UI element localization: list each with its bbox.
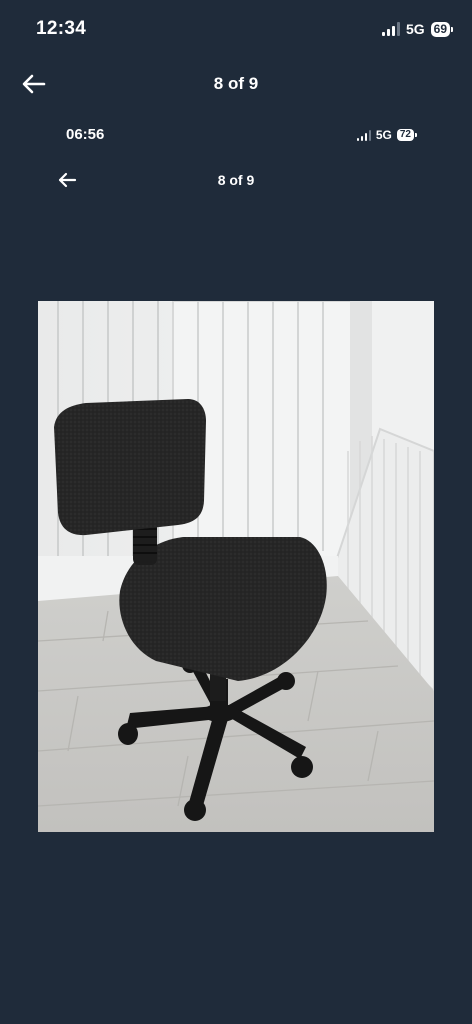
battery-icon: 69 (430, 21, 454, 37)
signal-icon (381, 22, 400, 36)
chair-image (38, 301, 434, 832)
page-counter: 8 of 9 (213, 74, 259, 93)
top-nav: 8 of 9 (0, 62, 472, 106)
network-type: 5G (405, 21, 425, 37)
status-bar: 12:34 5G 69 (0, 0, 472, 60)
status-time: 12:34 (36, 18, 87, 39)
embedded-network-type: 5G (375, 128, 392, 142)
embedded-status-indicators: 5G 72 (356, 128, 418, 142)
embedded-status-bar: 06:56 5G 72 (0, 120, 472, 150)
embedded-nav: 8 of 9 (0, 166, 472, 198)
chair-photo[interactable] (38, 301, 434, 832)
battery-icon: 72 (396, 129, 418, 141)
status-indicators: 5G 69 (381, 21, 454, 37)
embedded-status-time: 06:56 (66, 126, 105, 143)
embedded-page-counter: 8 of 9 (217, 172, 255, 188)
signal-icon (356, 129, 371, 141)
